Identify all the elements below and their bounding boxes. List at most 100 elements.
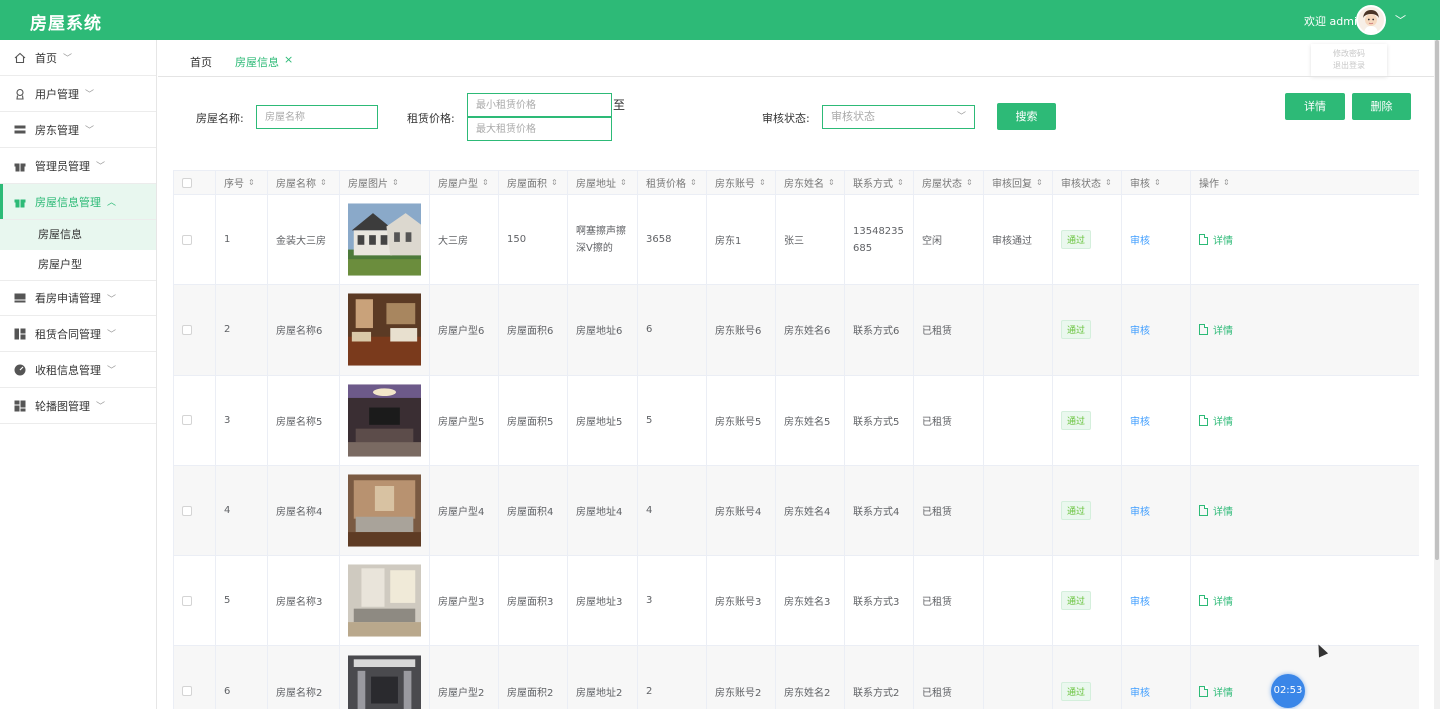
sort-icon: ⇕ [551, 178, 558, 187]
submenu-house-info[interactable]: 房屋信息 [0, 220, 156, 250]
audit-link[interactable]: 审核 [1130, 413, 1150, 428]
scrollbar-thumb[interactable] [1435, 40, 1439, 560]
audit-link[interactable]: 审核 [1130, 593, 1150, 608]
sidebar-item-contracts[interactable]: 租赁合同管理 ﹀ [0, 316, 156, 352]
house-name-input[interactable] [256, 105, 378, 129]
cell-name: 房屋名称6 [268, 285, 340, 375]
sidebar-item-carousel[interactable]: 轮播图管理 ﹀ [0, 388, 156, 424]
cell-account: 房东1 [707, 195, 776, 285]
pie-icon [14, 364, 26, 376]
cell-status: 空闲 [914, 195, 984, 285]
column-header[interactable]: 审核回复 ⇕ [984, 171, 1053, 194]
house-photo[interactable] [348, 383, 421, 458]
min-price-input[interactable] [467, 93, 612, 117]
house-photo[interactable] [348, 473, 421, 548]
audit-link[interactable]: 审核 [1130, 684, 1150, 699]
house-photo[interactable] [348, 563, 421, 638]
house-photo[interactable] [348, 202, 421, 277]
audit-link[interactable]: 审核 [1130, 322, 1150, 337]
audit-link[interactable]: 审核 [1130, 503, 1150, 518]
sort-icon: ⇕ [966, 178, 973, 187]
cell-no: 1 [216, 195, 268, 285]
row-checkbox[interactable] [182, 595, 192, 606]
cell-photo [340, 556, 430, 646]
user-icon [14, 88, 26, 100]
detail-button[interactable]: 详情 [1285, 93, 1345, 120]
chevron-down-icon: ﹀ [107, 294, 117, 305]
status-badge: 通过 [1061, 591, 1092, 611]
detail-link[interactable]: 详情 [1199, 232, 1233, 247]
column-header[interactable]: 审核 ⇕ [1122, 171, 1191, 194]
row-checkbox[interactable] [182, 324, 192, 335]
column-header[interactable]: 审核状态 ⇕ [1053, 171, 1122, 194]
audit-status-select[interactable]: 审核状态 ﹀ [822, 105, 975, 129]
column-header[interactable]: 房屋户型 ⇕ [430, 171, 499, 194]
cell-status: 已租赁 [914, 556, 984, 646]
sidebar-item-label: 房屋信息管理 [35, 195, 101, 209]
column-header[interactable]: 联系方式 ⇕ [845, 171, 914, 194]
chevron-up-icon: ︿ [107, 198, 117, 208]
avatar[interactable] [1356, 5, 1386, 35]
sort-icon: ⇕ [320, 178, 327, 187]
column-header[interactable]: 房东账号 ⇕ [707, 171, 776, 194]
house-photo[interactable] [348, 654, 421, 709]
cell-status: 已租赁 [914, 465, 984, 556]
status-badge: 通过 [1061, 501, 1092, 521]
row-checkbox[interactable] [182, 415, 192, 426]
cell-type: 房屋户型2 [430, 646, 499, 709]
submenu-house-type[interactable]: 房屋户型 [0, 250, 156, 280]
detail-link[interactable]: 详情 [1199, 413, 1233, 428]
tab-label: 首页 [190, 56, 212, 69]
chevron-down-icon[interactable]: ﹀ [1395, 12, 1406, 28]
search-button[interactable]: 搜索 [997, 103, 1056, 130]
table-row: 6 房屋名称2 房屋户型2 房屋面积2 房屋地址2 2 房东账号2 房东姓名2 … [174, 646, 1419, 709]
sidebar-item-rent[interactable]: 收租信息管理 ﹀ [0, 352, 156, 388]
cell-owner: 房东姓名5 [776, 375, 845, 465]
sidebar-item-users[interactable]: 用户管理 ﹀ [0, 76, 156, 112]
column-header[interactable]: 房屋地址 ⇕ [568, 171, 638, 194]
cell-price: 5 [638, 375, 707, 465]
column-header[interactable]: 序号 ⇕ [216, 171, 268, 194]
house-photo[interactable] [348, 292, 421, 367]
audit-link[interactable]: 审核 [1130, 232, 1150, 247]
column-header[interactable]: 租赁价格 ⇕ [638, 171, 707, 194]
sidebar-item-house-info[interactable]: 房屋信息管理 ︿ [0, 184, 156, 220]
timer-badge[interactable]: 02:53 [1271, 674, 1305, 708]
detail-link[interactable]: 详情 [1199, 503, 1233, 518]
cell-owner: 房东姓名3 [776, 556, 845, 646]
cell-account: 房东账号2 [707, 646, 776, 709]
detail-link[interactable]: 详情 [1199, 684, 1233, 699]
cell-reply [984, 375, 1053, 465]
house-name-label: 房屋名称: [196, 112, 244, 125]
sidebar-item-admins[interactable]: 管理员管理 ﹀ [0, 148, 156, 184]
column-header[interactable]: 房东姓名 ⇕ [776, 171, 845, 194]
select-all-checkbox[interactable] [182, 177, 192, 188]
sidebar-item-home[interactable]: 首页 ﹀ [0, 40, 156, 76]
detail-link[interactable]: 详情 [1199, 593, 1233, 608]
row-checkbox[interactable] [182, 505, 192, 516]
tab-house-info[interactable]: 房屋信息 × [235, 53, 293, 70]
sort-icon: ⇕ [828, 178, 835, 187]
close-icon[interactable]: × [284, 53, 293, 66]
cell-photo [340, 285, 430, 375]
row-checkbox[interactable] [182, 686, 192, 697]
tab-home[interactable]: 首页 [190, 54, 212, 70]
column-header[interactable]: 房屋状态 ⇕ [914, 171, 984, 194]
column-header[interactable]: 房屋面积 ⇕ [499, 171, 568, 194]
document-icon [1199, 324, 1208, 336]
column-header[interactable]: 房屋图片 ⇕ [340, 171, 430, 194]
sort-icon: ⇕ [482, 178, 489, 187]
sidebar-item-landlords[interactable]: 房东管理 ﹀ [0, 112, 156, 148]
column-header[interactable]: 房屋名称 ⇕ [268, 171, 340, 194]
max-price-input[interactable] [467, 117, 612, 141]
column-header[interactable]: 操作 ⇕ [1191, 171, 1419, 194]
sidebar-item-label: 房东管理 [35, 123, 79, 137]
scrollbar[interactable] [1434, 40, 1440, 709]
detail-link[interactable]: 详情 [1199, 322, 1233, 337]
cell-area: 150 [499, 195, 568, 285]
delete-button[interactable]: 删除 [1352, 93, 1411, 120]
cell-type: 房屋户型5 [430, 375, 499, 465]
sidebar-item-label: 轮播图管理 [35, 399, 90, 413]
row-checkbox[interactable] [182, 234, 192, 245]
sidebar-item-viewing[interactable]: 看房申请管理 ﹀ [0, 280, 156, 316]
